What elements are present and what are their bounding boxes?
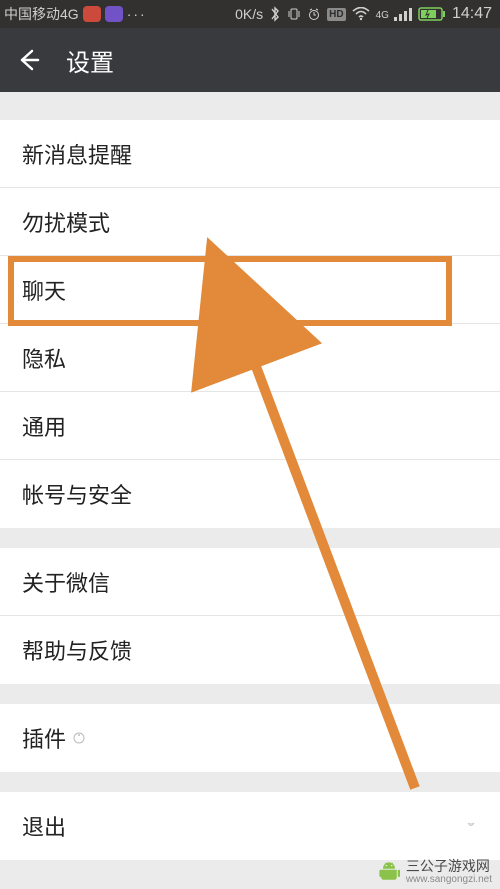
chevron-right-icon [464,816,478,836]
bluetooth-icon [269,6,281,22]
page-title: 设置 [66,43,114,78]
row-help[interactable]: 帮助与反馈 [0,616,500,684]
row-label: 聊天 [22,274,66,306]
row-label: 帐号与安全 [22,478,132,510]
section-gap [0,772,500,792]
status-bar: 中国移动4G ··· 0K/s HD 4G 14:47 [0,0,500,28]
settings-group-3: 插件 [0,704,500,772]
carrier-label: 中国移动4G [4,4,79,24]
watermark: 三公子游戏网 www.sangongzi.net [378,859,492,885]
wifi-icon [352,7,370,21]
android-icon [378,861,400,883]
status-right: 0K/s HD 4G 14:47 [235,5,492,23]
settings-group-1: 新消息提醒 勿扰模式 聊天 隐私 通用 帐号与安全 [0,120,500,528]
row-plugins[interactable]: 插件 [0,704,500,772]
alarm-icon [307,7,321,21]
row-privacy[interactable]: 隐私 [0,324,500,392]
settings-group-2: 关于微信 帮助与反馈 [0,548,500,684]
row-label: 隐私 [22,342,66,374]
row-label: 勿扰模式 [22,206,110,238]
row-label: 插件 [22,722,66,754]
row-new-message[interactable]: 新消息提醒 [0,120,500,188]
more-notifications-icon: ··· [127,6,147,22]
row-dnd[interactable]: 勿扰模式 [0,188,500,256]
net-label: 4G [376,11,389,21]
hd-icon: HD [327,8,345,21]
row-about[interactable]: 关于微信 [0,548,500,616]
row-general[interactable]: 通用 [0,392,500,460]
section-gap [0,684,500,704]
back-button[interactable] [14,47,40,73]
watermark-title: 三公子游戏网 [406,858,490,874]
row-account-security[interactable]: 帐号与安全 [0,460,500,528]
settings-group-4: 退出 [0,792,500,860]
row-label: 新消息提醒 [22,138,132,170]
vibrate-icon [287,7,301,21]
network-speed: 0K/s [235,6,263,22]
row-label: 退出 [22,810,66,842]
signal-icon [394,7,412,21]
watermark-url: www.sangongzi.net [406,874,492,885]
data-signal: 4G [376,7,412,21]
section-gap [0,528,500,548]
row-label: 帮助与反馈 [22,634,132,666]
row-chat[interactable]: 聊天 [0,256,500,324]
battery-icon [418,7,446,21]
plugin-indicator-icon [72,731,86,745]
section-gap [0,92,500,120]
notify-icon-1 [83,6,101,22]
clock: 14:47 [452,5,492,23]
status-left: 中国移动4G ··· [4,4,147,24]
row-label: 关于微信 [22,566,110,598]
title-bar: 设置 [0,28,500,92]
row-label: 通用 [22,410,66,442]
back-arrow-icon [14,47,40,73]
row-logout[interactable]: 退出 [0,792,500,860]
notify-icon-2 [105,6,123,22]
